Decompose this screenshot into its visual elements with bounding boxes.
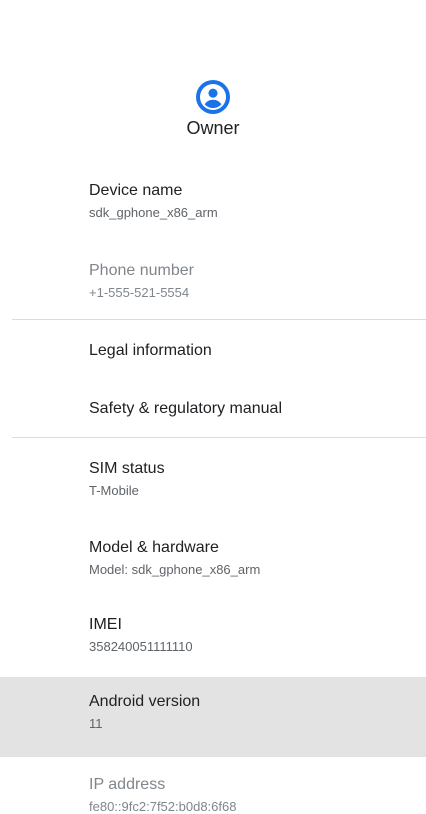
sim-status-summary: T-Mobile — [89, 483, 139, 498]
account-circle-icon — [196, 80, 230, 114]
phone-number-item: Phone number +1-555-521-5554 — [0, 250, 426, 312]
model-hardware-item[interactable]: Model & hardware Model: sdk_gphone_x86_a… — [0, 524, 426, 596]
android-version-title: Android version — [89, 693, 201, 710]
sim-status-item[interactable]: SIM status T-Mobile — [0, 445, 426, 517]
ip-address-title: IP address — [89, 776, 166, 793]
legal-information-title: Legal information — [89, 342, 212, 359]
model-hardware-summary: Model: sdk_gphone_x86_arm — [89, 562, 261, 577]
profile-header: Owner — [0, 0, 426, 160]
android-version-summary: 11 — [89, 716, 103, 731]
phone-number-title: Phone number — [89, 262, 194, 279]
safety-regulatory-item[interactable]: Safety & regulatory manual — [0, 380, 426, 436]
imei-summary: 358240051111110 — [89, 639, 193, 654]
device-name-item[interactable]: Device name sdk_gphone_x86_arm — [0, 170, 426, 232]
safety-regulatory-title: Safety & regulatory manual — [89, 400, 282, 417]
owner-name: Owner — [186, 118, 240, 138]
model-hardware-title: Model & hardware — [89, 539, 219, 556]
imei-title: IMEI — [89, 616, 122, 633]
section-divider — [12, 319, 426, 320]
android-version-item[interactable]: Android version 11 — [0, 677, 426, 757]
device-name-title: Device name — [89, 182, 183, 199]
phone-number-summary: +1-555-521-5554 — [89, 285, 190, 300]
ip-address-item: IP address fe80::9fc2:7f52:b0d8:6f68 — [0, 762, 426, 814]
section-divider — [12, 437, 426, 438]
sim-status-title: SIM status — [89, 460, 165, 477]
legal-information-item[interactable]: Legal information — [0, 322, 426, 378]
imei-item[interactable]: IMEI 358240051111110 — [0, 601, 426, 673]
device-name-summary: sdk_gphone_x86_arm — [89, 205, 218, 220]
ip-address-summary: fe80::9fc2:7f52:b0d8:6f68 — [89, 799, 237, 814]
